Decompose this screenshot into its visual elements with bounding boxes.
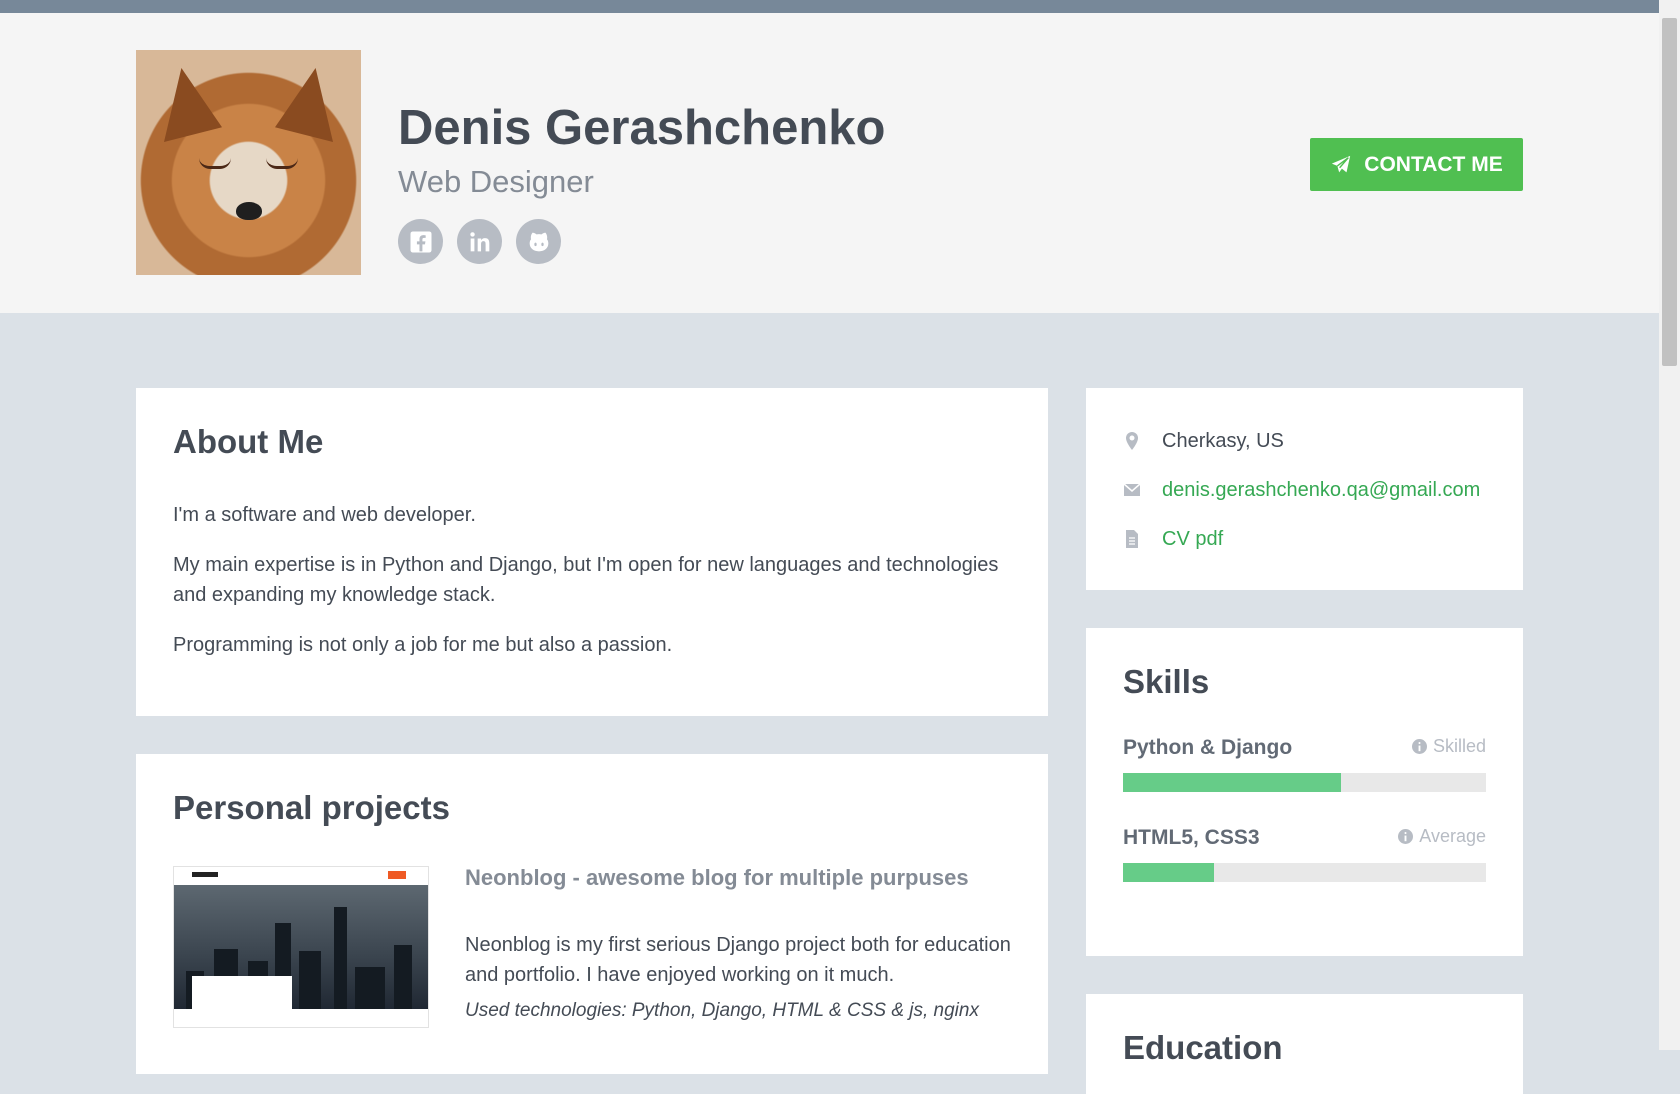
skill-progress-bar: [1123, 773, 1486, 792]
city-building: [355, 967, 385, 1009]
github-link[interactable]: [516, 219, 561, 264]
city-building: [299, 951, 321, 1009]
top-accent-bar: [0, 0, 1659, 13]
skills-card: Skills Python & Django Skilled HTML5, CS…: [1086, 628, 1523, 956]
thumbnail-cta: [388, 871, 406, 879]
skill-progress-bar: [1123, 863, 1486, 882]
cv-row: CV pdf: [1123, 524, 1223, 554]
fox-ear-right: [275, 68, 333, 142]
linkedin-link[interactable]: [457, 219, 502, 264]
location-row: Cherkasy, US: [1123, 426, 1284, 456]
project-technologies: Used technologies: Python, Django, HTML …: [465, 1000, 979, 1021]
cv-link[interactable]: CV pdf: [1162, 528, 1223, 551]
contact-me-button[interactable]: CONTACT ME: [1310, 138, 1523, 191]
skill-level-badge: Skilled: [1411, 736, 1486, 757]
thumbnail-panel: [192, 976, 292, 1010]
fox-ear-left: [164, 68, 222, 142]
about-paragraph: Programming is not only a job for me but…: [173, 634, 673, 656]
project-thumbnail[interactable]: [173, 866, 429, 1028]
thumbnail-navbar: [174, 867, 428, 885]
projects-title: Personal projects: [173, 789, 450, 826]
about-title: About Me: [173, 423, 324, 460]
skill-name: HTML5, CSS3: [1123, 826, 1260, 849]
profile-avatar: [136, 50, 361, 275]
contact-info-card: Cherkasy, US denis.gerashchenko.qa@gmail…: [1086, 388, 1523, 590]
education-card: Education: [1086, 994, 1523, 1094]
contact-me-label: CONTACT ME: [1364, 152, 1503, 176]
fox-eye-left: [199, 158, 231, 169]
linkedin-icon: [469, 231, 489, 251]
location-text: Cherkasy, US: [1162, 429, 1284, 452]
email-row: denis.gerashchenko.qa@gmail.com: [1123, 475, 1480, 505]
profile-header: Denis Gerashchenko Web Designer CONTACT …: [0, 13, 1659, 313]
scrollbar-thumb[interactable]: [1662, 18, 1677, 366]
fox-eye-right: [266, 158, 298, 169]
projects-card: Personal projects Neonblog - awesome blo…: [136, 754, 1048, 1074]
skill-level-text: Average: [1419, 826, 1486, 846]
city-building: [394, 945, 412, 1009]
project-title-link[interactable]: Neonblog - awesome blog for multiple pur…: [465, 864, 985, 891]
facebook-icon: [410, 231, 431, 252]
paper-plane-icon: [1332, 155, 1351, 172]
about-card: About Me I'm a software and web develope…: [136, 388, 1048, 716]
skill-level-text: Skilled: [1432, 736, 1486, 756]
skill-progress-fill: [1123, 863, 1214, 882]
github-icon: [529, 232, 548, 251]
document-icon: [1123, 529, 1141, 549]
education-title: Education: [1123, 1029, 1283, 1066]
city-building: [334, 907, 347, 1009]
project-description: Neonblog is my first serious Django proj…: [465, 934, 1011, 986]
about-paragraph: I'm a software and web developer.: [173, 504, 476, 526]
email-link[interactable]: denis.gerashchenko.qa@gmail.com: [1162, 479, 1480, 502]
thumbnail-logo: [192, 872, 218, 877]
profile-role: Web Designer: [398, 164, 594, 199]
skills-title: Skills: [1123, 663, 1210, 700]
fox-nose: [236, 202, 262, 220]
skill-level-badge: Average: [1398, 826, 1486, 847]
facebook-link[interactable]: [398, 219, 443, 264]
info-icon: [1411, 739, 1427, 754]
skill-progress-fill: [1123, 773, 1341, 792]
info-icon: [1398, 829, 1414, 844]
skill-name: Python & Django: [1123, 736, 1293, 759]
about-paragraph: My main expertise is in Python and Djang…: [173, 554, 999, 606]
map-pin-icon: [1123, 431, 1141, 451]
envelope-icon: [1123, 480, 1141, 500]
profile-name: Denis Gerashchenko: [398, 101, 886, 155]
